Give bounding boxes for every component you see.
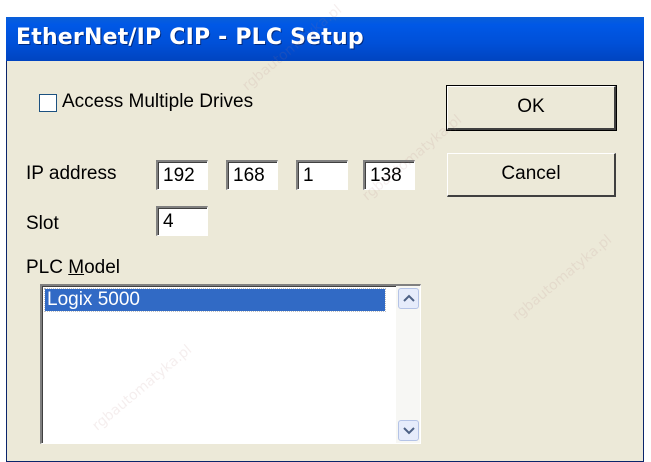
dialog-title: EtherNet/IP CIP - PLC Setup <box>16 25 364 50</box>
scroll-down-button[interactable] <box>398 420 419 441</box>
plc-model-listbox[interactable]: Logix 5000 <box>40 284 421 444</box>
ip-octet-3-field[interactable]: 1 <box>296 160 348 190</box>
plc-model-scrollbar[interactable] <box>396 286 420 443</box>
ok-button[interactable]: OK <box>446 85 617 131</box>
plc-model-label-rest: odel <box>84 257 120 278</box>
plc-model-label-prefix: PLC <box>26 257 69 278</box>
plc-model-label: PLC Model <box>26 257 120 279</box>
plc-setup-dialog: EtherNet/IP CIP - PLC Setup Access Multi… <box>6 17 644 462</box>
ip-octet-1-field[interactable]: 192 <box>156 160 208 190</box>
access-multiple-drives-checkbox[interactable] <box>39 94 57 112</box>
ip-octet-4-field[interactable]: 138 <box>363 160 415 190</box>
ip-octet-2-field[interactable]: 168 <box>226 160 278 190</box>
scroll-up-arrow-icon <box>403 294 415 302</box>
slot-label: Slot <box>26 213 59 234</box>
plc-model-item-logix-5000[interactable]: Logix 5000 <box>44 288 386 312</box>
ip-address-label: IP address <box>26 163 117 184</box>
scroll-up-button[interactable] <box>398 288 419 309</box>
scroll-down-arrow-icon <box>403 427 415 435</box>
slot-field[interactable]: 4 <box>156 206 208 236</box>
title-bar[interactable]: EtherNet/IP CIP - PLC Setup <box>6 17 644 61</box>
access-multiple-drives-label[interactable]: Access Multiple Drives <box>62 91 253 113</box>
plc-model-label-mnemonic: M <box>68 257 85 278</box>
cancel-button[interactable]: Cancel <box>447 153 616 197</box>
